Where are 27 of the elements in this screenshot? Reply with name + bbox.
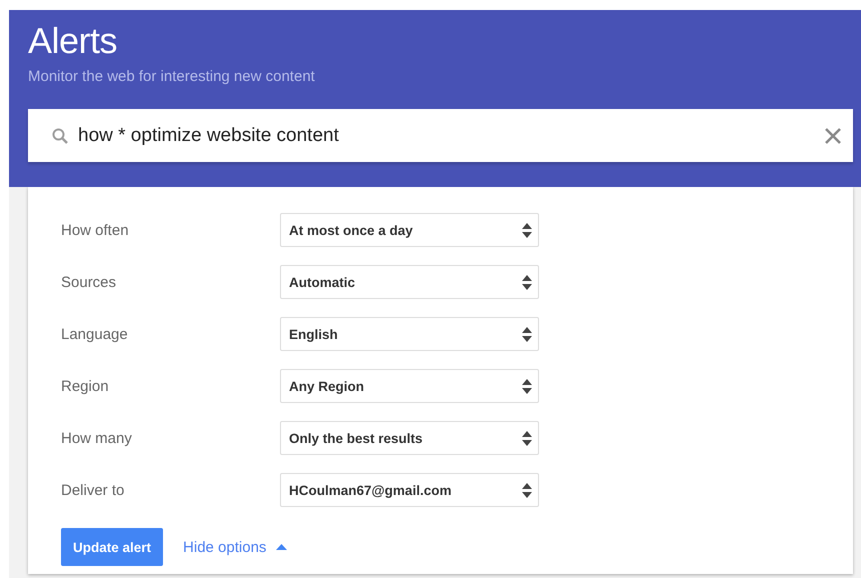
- up-down-arrows-icon: [522, 274, 532, 290]
- up-down-arrows-icon: [522, 378, 532, 394]
- up-down-arrows-icon: [522, 222, 532, 238]
- option-label: How often: [61, 222, 130, 238]
- page-title: Alerts: [28, 20, 118, 62]
- option-label: Region: [61, 378, 110, 394]
- page-subtitle: Monitor the web for interesting new content: [28, 68, 316, 85]
- close-icon[interactable]: [825, 128, 841, 144]
- update-alert-button[interactable]: Update alert: [61, 528, 164, 566]
- option-dropdown[interactable]: At most once a day: [280, 213, 539, 247]
- option-label: Language: [61, 326, 129, 342]
- option-dropdown[interactable]: Only the best results: [280, 421, 539, 455]
- option-label: How many: [61, 430, 133, 446]
- option-label: Deliver to: [61, 482, 126, 498]
- caret-up-icon: [276, 544, 288, 550]
- search-icon: [52, 128, 68, 144]
- up-down-arrows-icon: [522, 430, 532, 446]
- up-down-arrows-icon: [522, 326, 532, 342]
- search-field[interactable]: how * optimize website content: [78, 124, 825, 146]
- option-label: Sources: [61, 274, 118, 290]
- up-down-arrows-icon: [522, 482, 532, 498]
- option-dropdown[interactable]: Any Region: [280, 369, 539, 403]
- search-bar[interactable]: how * optimize website content: [28, 109, 853, 162]
- hide-options-link[interactable]: Hide options: [183, 538, 288, 556]
- option-dropdown[interactable]: Automatic: [280, 265, 539, 299]
- option-dropdown[interactable]: HCoulman67@gmail.com: [280, 473, 539, 507]
- option-dropdown[interactable]: English: [280, 317, 539, 351]
